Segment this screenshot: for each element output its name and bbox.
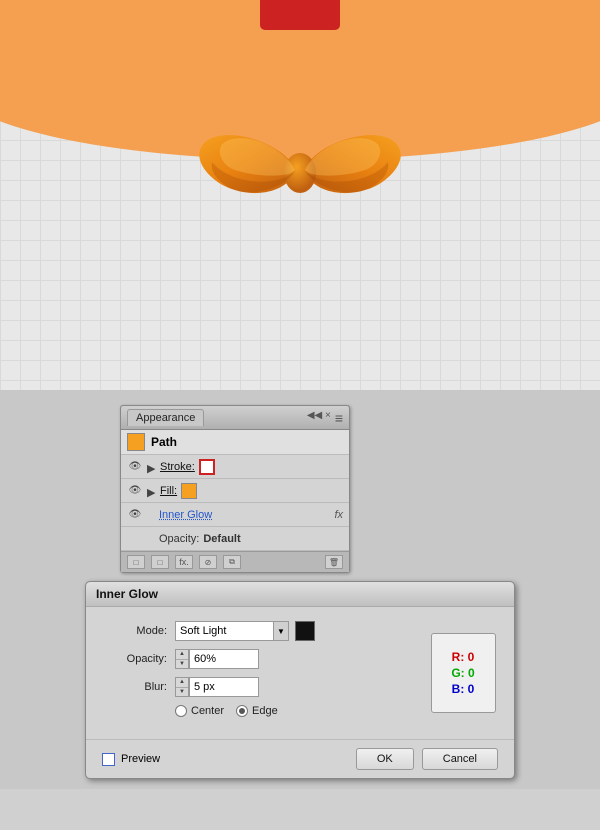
opacity-spinner[interactable]: ▲ ▼ bbox=[175, 649, 189, 669]
inner-glow-label[interactable]: Inner Glow bbox=[159, 509, 212, 521]
opacity-spinner-wrapper: ▲ ▼ bbox=[175, 649, 259, 669]
stroke-expand-icon[interactable]: ▶ bbox=[147, 462, 157, 472]
mode-label: Mode: bbox=[102, 625, 167, 637]
path-row: Path bbox=[121, 430, 349, 455]
opacity-down[interactable]: ▼ bbox=[176, 660, 188, 669]
blur-spinner[interactable]: ▲ ▼ bbox=[175, 677, 189, 697]
copy-icon[interactable]: ⧉ bbox=[223, 555, 241, 569]
opacity-input-label: Opacity: bbox=[102, 653, 167, 665]
opacity-label: Opacity: bbox=[159, 533, 199, 545]
appearance-tab[interactable]: Appearance bbox=[127, 409, 204, 426]
blur-down[interactable]: ▼ bbox=[176, 688, 188, 697]
mode-select-input[interactable] bbox=[175, 621, 275, 641]
opacity-input[interactable] bbox=[189, 649, 259, 669]
dialog-footer: Preview OK Cancel bbox=[86, 739, 514, 778]
ok-button[interactable]: OK bbox=[356, 748, 414, 770]
center-radio-btn[interactable] bbox=[175, 705, 187, 717]
stroke-label[interactable]: Stroke: bbox=[160, 461, 195, 473]
radio-row: Center Edge bbox=[175, 705, 416, 717]
clear-icon[interactable]: ⊘ bbox=[199, 555, 217, 569]
blur-up[interactable]: ▲ bbox=[176, 678, 188, 688]
fx-add-icon[interactable]: fx. bbox=[175, 555, 193, 569]
fill-visibility-icon[interactable]: 👁 bbox=[127, 485, 143, 497]
center-radio-label[interactable]: Center bbox=[175, 705, 224, 717]
delete-icon[interactable]: 🗑 bbox=[325, 555, 343, 569]
edge-radio-btn[interactable] bbox=[236, 705, 248, 717]
appearance-titlebar: Appearance ◀◀ × ≡ bbox=[121, 406, 349, 430]
stroke-visibility-icon[interactable]: 👁 bbox=[127, 461, 143, 473]
dialog-right-section: R: 0 G: 0 B: 0 bbox=[428, 621, 498, 725]
inner-glow-dialog: Inner Glow Mode: ▼ Opacit bbox=[85, 581, 515, 779]
opacity-value: Default bbox=[203, 533, 240, 545]
dialog-left-section: Mode: ▼ Opacity: ▲ ▼ bbox=[102, 621, 416, 725]
appearance-body: Path 👁 ▶ Stroke: 👁 ▶ Fill: bbox=[121, 430, 349, 551]
opacity-visibility-icon bbox=[127, 533, 143, 545]
color-preview-box[interactable]: R: 0 G: 0 B: 0 bbox=[431, 633, 496, 713]
inner-glow-row: 👁 Inner Glow fx bbox=[121, 503, 349, 527]
bowtie-shape bbox=[190, 110, 410, 240]
path-color-swatch[interactable] bbox=[127, 433, 145, 451]
canvas-area bbox=[0, 0, 600, 390]
panel-menu-icon[interactable]: ≡ bbox=[335, 410, 343, 426]
mode-dropdown-arrow[interactable]: ▼ bbox=[273, 621, 289, 641]
opacity-row: Opacity: Default bbox=[121, 527, 349, 551]
duplicate-icon[interactable]: □ bbox=[151, 555, 169, 569]
stroke-row: 👁 ▶ Stroke: bbox=[121, 455, 349, 479]
rgb-r-value: R: 0 bbox=[452, 650, 475, 664]
cancel-button[interactable]: Cancel bbox=[422, 748, 498, 770]
preview-checkbox[interactable] bbox=[102, 753, 115, 766]
stroke-color-swatch[interactable] bbox=[199, 459, 215, 475]
new-layer-icon[interactable]: □ bbox=[127, 555, 145, 569]
glow-color-swatch[interactable] bbox=[295, 621, 315, 641]
mode-row: Mode: ▼ bbox=[102, 621, 416, 641]
fill-expand-icon[interactable]: ▶ bbox=[147, 486, 157, 496]
preview-label: Preview bbox=[121, 753, 160, 765]
fill-color-swatch[interactable] bbox=[181, 483, 197, 499]
panel-controls: ◀◀ × ≡ bbox=[307, 410, 343, 426]
dialog-body: Mode: ▼ Opacity: ▲ ▼ bbox=[86, 607, 514, 739]
blur-spinner-wrapper: ▲ ▼ bbox=[175, 677, 259, 697]
bottom-panel: Appearance ◀◀ × ≡ Path 👁 ▶ Stroke: bbox=[0, 390, 600, 789]
blur-input-label: Blur: bbox=[102, 681, 167, 693]
center-label: Center bbox=[191, 705, 224, 717]
rgb-g-value: G: 0 bbox=[451, 666, 474, 680]
appearance-panel: Appearance ◀◀ × ≡ Path 👁 ▶ Stroke: bbox=[120, 405, 350, 573]
mode-select-wrapper: ▼ bbox=[175, 621, 315, 641]
inner-glow-visibility-icon[interactable]: 👁 bbox=[127, 509, 143, 521]
edge-radio-label[interactable]: Edge bbox=[236, 705, 278, 717]
rgb-b-value: B: 0 bbox=[452, 682, 475, 696]
dialog-button-group: OK Cancel bbox=[356, 748, 498, 770]
opacity-input-row: Opacity: ▲ ▼ bbox=[102, 649, 416, 669]
blur-input[interactable] bbox=[189, 677, 259, 697]
appearance-footer: □ □ fx. ⊘ ⧉ 🗑 bbox=[121, 551, 349, 572]
red-hat bbox=[260, 0, 340, 30]
blur-input-row: Blur: ▲ ▼ bbox=[102, 677, 416, 697]
opacity-up[interactable]: ▲ bbox=[176, 650, 188, 660]
preview-checkbox-area: Preview bbox=[102, 753, 160, 766]
fill-label[interactable]: Fill: bbox=[160, 485, 177, 497]
edge-label: Edge bbox=[252, 705, 278, 717]
fx-icon: fx bbox=[334, 509, 343, 521]
path-label: Path bbox=[151, 435, 177, 449]
dialog-title: Inner Glow bbox=[96, 587, 158, 601]
fill-row: 👁 ▶ Fill: bbox=[121, 479, 349, 503]
dialog-titlebar: Inner Glow bbox=[86, 582, 514, 607]
